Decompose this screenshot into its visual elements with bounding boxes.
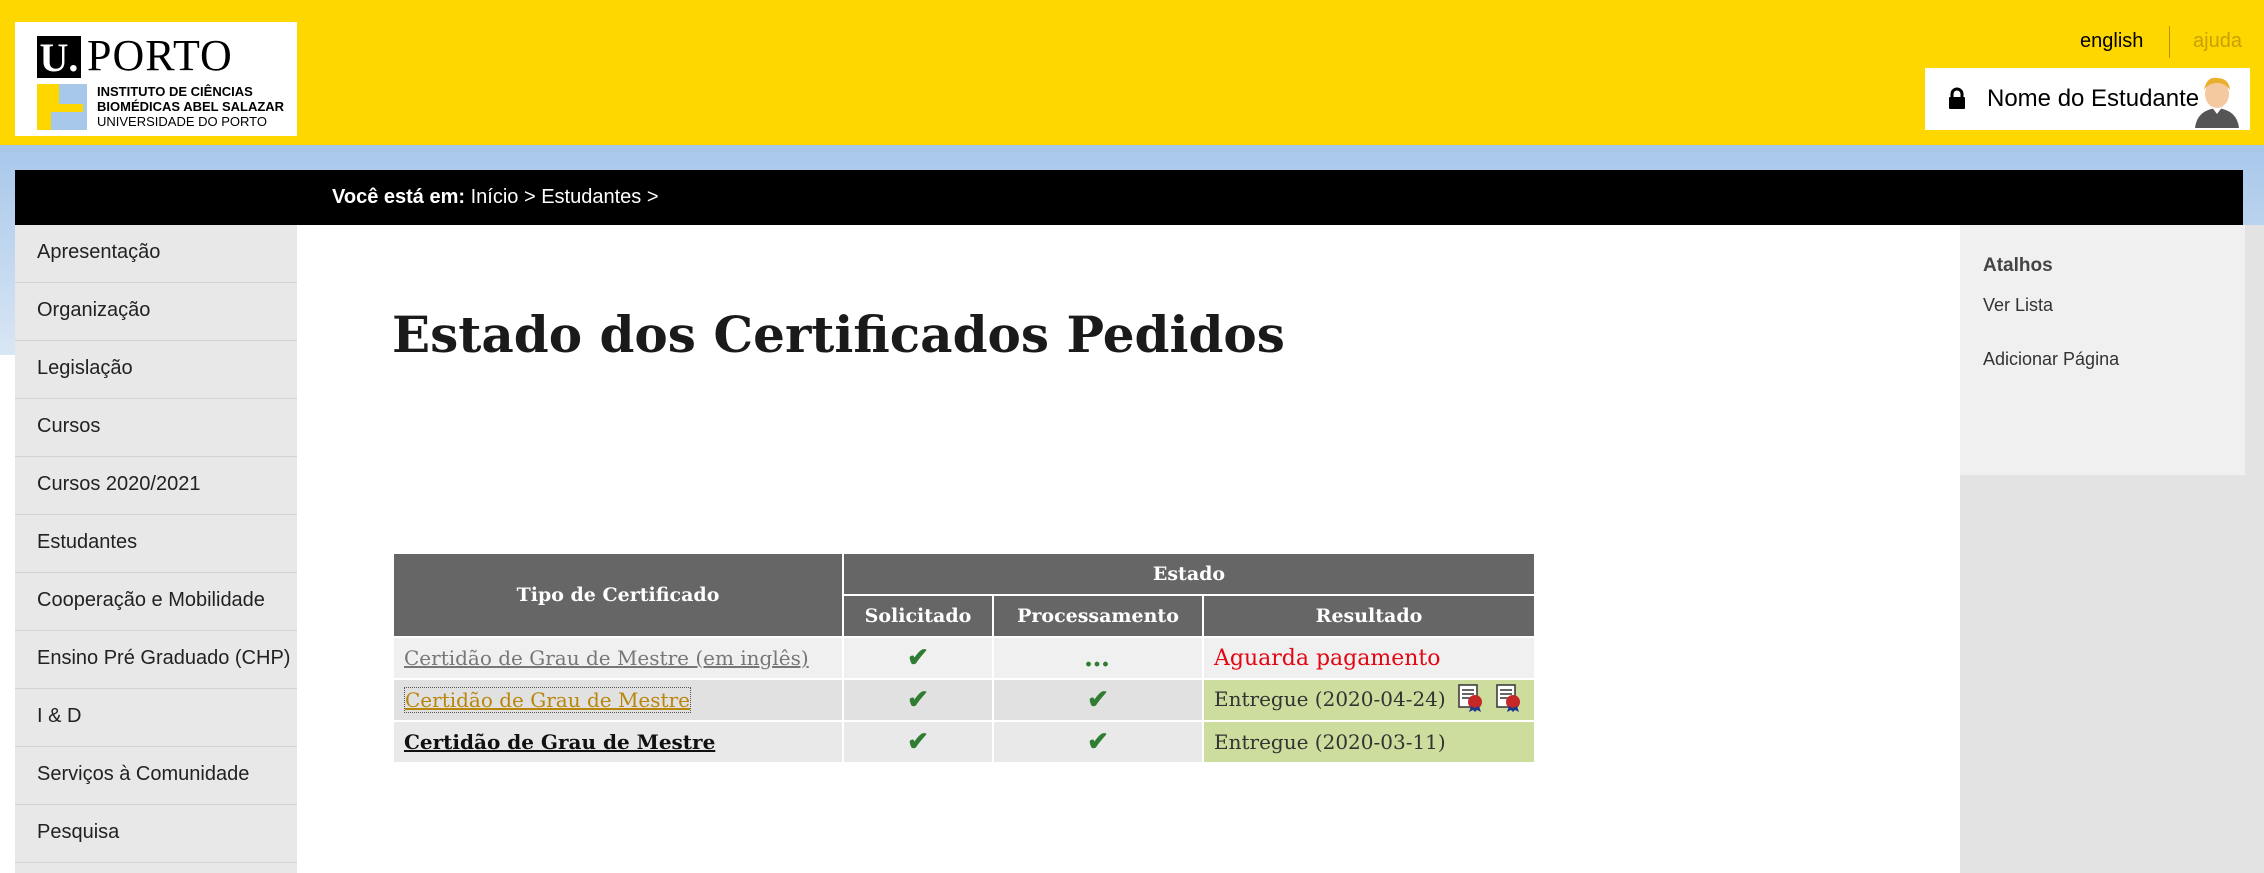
table-row: Certidão de Grau de Mestre ✔ ✔ Entregue … <box>392 678 1536 722</box>
view-list-link[interactable]: Ver Lista <box>1983 295 2053 316</box>
status-awaiting-payment: Aguarda pagamento <box>1214 645 1441 671</box>
institute-line-2: BIOMÉDICAS ABEL SALAZAR <box>97 99 285 114</box>
header-processing: Processamento <box>992 594 1204 638</box>
cell-processing: ✔ <box>992 720 1204 764</box>
header-result: Resultado <box>1202 594 1536 638</box>
breadcrumb-path[interactable]: Início > Estudantes > <box>471 186 659 208</box>
header-type: Tipo de Certificado <box>392 552 844 638</box>
header-separator <box>2169 26 2170 58</box>
uporto-logo[interactable]: U. PORTO INSTITUTO DE CIÊNCIAS BIOMÉDICA… <box>15 22 297 136</box>
institute-line-1: INSTITUTO DE CIÊNCIAS <box>97 84 253 99</box>
user-name: Nome do Estudante <box>1987 85 2200 112</box>
certificate-download-icon[interactable] <box>1496 683 1522 717</box>
cell-result: Entregue (2020-04-24) <box>1202 678 1536 722</box>
user-avatar-icon <box>2189 72 2245 133</box>
shortcuts-title: Atalhos <box>1983 255 2053 276</box>
header-state: Estado <box>842 552 1536 596</box>
breadcrumb-prefix: Você está em: <box>332 186 466 208</box>
cell-processing: ✔ <box>992 678 1204 722</box>
shortcuts-panel: Atalhos Ver Lista Adicionar Página <box>1960 225 2245 475</box>
sidebar-item-legislacao[interactable]: Legislação <box>15 341 297 399</box>
cell-result: Entregue (2020-03-11) <box>1202 720 1536 764</box>
cell-requested: ✔ <box>842 720 994 764</box>
cell-type: Certidão de Grau de Mestre (em inglês) <box>392 636 844 680</box>
sidebar-item-estudantes[interactable]: Estudantes <box>15 515 297 573</box>
add-page-link[interactable]: Adicionar Página <box>1983 349 2119 370</box>
check-icon: ✔ <box>1087 727 1109 757</box>
cell-result: Aguarda pagamento <box>1202 636 1536 680</box>
table-row: Certidão de Grau de Mestre ✔ ✔ Entregue … <box>392 720 1536 764</box>
sidebar-nav: Apresentação Organização Legislação Curs… <box>15 225 297 873</box>
check-icon: ✔ <box>1087 685 1109 715</box>
certificates-table: Tipo de Certificado Estado Solicitado Pr… <box>392 552 1536 764</box>
certificate-link[interactable]: Certidão de Grau de Mestre (em inglês) <box>404 646 809 670</box>
cell-requested: ✔ <box>842 636 994 680</box>
check-icon: ✔ <box>907 727 929 757</box>
sidebar-item-cooperacao[interactable]: Cooperação e Mobilidade <box>15 573 297 631</box>
language-link[interactable]: english <box>2080 30 2143 53</box>
logo-name: PORTO <box>87 31 233 80</box>
sidebar-item-i-d[interactable]: I & D <box>15 689 297 747</box>
check-icon: ✔ <box>907 643 929 673</box>
help-link[interactable]: ajuda <box>2193 30 2242 53</box>
sidebar-item-organizacao[interactable]: Organização <box>15 283 297 341</box>
certificate-link[interactable]: Certidão de Grau de Mestre <box>404 730 715 754</box>
status-delivered: Entregue (2020-04-24) <box>1214 686 1446 711</box>
certificate-download-icon[interactable] <box>1458 683 1484 717</box>
cell-type: Certidão de Grau de Mestre <box>392 720 844 764</box>
logo-mark: U. <box>37 36 81 80</box>
cell-processing: … <box>992 636 1204 680</box>
cell-requested: ✔ <box>842 678 994 722</box>
sidebar-item-ensino-pre-graduado[interactable]: Ensino Pré Graduado (CHP) <box>15 631 297 689</box>
status-delivered: Entregue (2020-03-11) <box>1214 730 1446 754</box>
lock-icon <box>1947 87 1967 116</box>
page-title: Estado dos Certificados Pedidos <box>392 305 1285 364</box>
sidebar-item-cursos-2020-2021[interactable]: Cursos 2020/2021 <box>15 457 297 515</box>
user-login-box[interactable]: Nome do Estudante <box>1925 68 2250 130</box>
sidebar-item-servicos[interactable]: Serviços à Comunidade <box>15 747 297 805</box>
sidebar-item-apresentacao[interactable]: Apresentação <box>15 225 297 283</box>
certificate-link[interactable]: Certidão de Grau de Mestre <box>404 687 691 713</box>
main-content: Estado dos Certificados Pedidos Tipo de … <box>297 225 1960 873</box>
site-header: U. PORTO INSTITUTO DE CIÊNCIAS BIOMÉDICA… <box>0 0 2264 145</box>
institute-name: INSTITUTO DE CIÊNCIAS BIOMÉDICAS ABEL SA… <box>97 84 284 129</box>
university-name: UNIVERSIDADE DO PORTO <box>97 114 267 129</box>
sidebar-item-pesquisa[interactable]: Pesquisa <box>15 805 297 863</box>
breadcrumb: Você está em: Início > Estudantes > <box>15 170 2243 225</box>
header-requested: Solicitado <box>842 594 994 638</box>
sidebar-item-cursos[interactable]: Cursos <box>15 399 297 457</box>
table-row: Certidão de Grau de Mestre (em inglês) ✔… <box>392 636 1536 680</box>
processing-pending-icon: … <box>1084 643 1112 673</box>
check-icon: ✔ <box>907 685 929 715</box>
cell-type: Certidão de Grau de Mestre <box>392 678 844 722</box>
logo-emblem-icon <box>37 84 87 130</box>
